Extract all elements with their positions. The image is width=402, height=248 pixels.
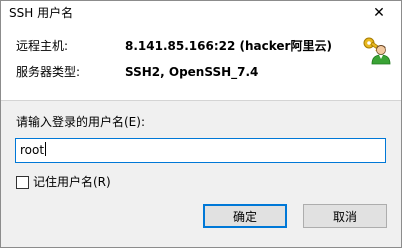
- close-button[interactable]: ✕: [357, 1, 401, 25]
- connection-info-panel: 远程主机: 8.141.85.166:22 (hacker阿里云) 服务器类型:…: [1, 26, 401, 100]
- remote-host-value: 8.141.85.166:22 (hacker阿里云): [125, 39, 332, 53]
- user-key-icon: [363, 37, 391, 65]
- remember-username-option[interactable]: 记住用户名(R): [16, 174, 111, 190]
- window-title: SSH 用户名: [9, 6, 74, 20]
- ok-button-label: 确定: [232, 209, 257, 224]
- username-prompt: 请输入登录的用户名(E):: [16, 115, 145, 129]
- server-type-label: 服务器类型:: [16, 65, 81, 79]
- ssh-username-dialog: SSH 用户名 ✕ 远程主机: 8.141.85.166:22 (hacker阿…: [0, 0, 402, 248]
- username-input-value: root: [20, 143, 45, 157]
- title-bar: SSH 用户名 ✕: [1, 1, 401, 25]
- close-icon: ✕: [373, 5, 385, 21]
- cancel-button-label: 取消: [332, 209, 357, 224]
- remember-username-label: 记住用户名(R): [33, 175, 111, 189]
- cancel-button[interactable]: 取消: [303, 204, 387, 228]
- username-input[interactable]: root: [15, 138, 386, 163]
- text-caret: [45, 142, 47, 156]
- remember-username-checkbox[interactable]: [16, 175, 29, 189]
- remote-host-label: 远程主机:: [16, 39, 69, 53]
- server-type-value: SSH2, OpenSSH_7.4: [125, 65, 259, 79]
- ok-button[interactable]: 确定: [203, 204, 287, 228]
- login-form: 请输入登录的用户名(E): root 记住用户名(R) 确定 取消: [1, 101, 401, 247]
